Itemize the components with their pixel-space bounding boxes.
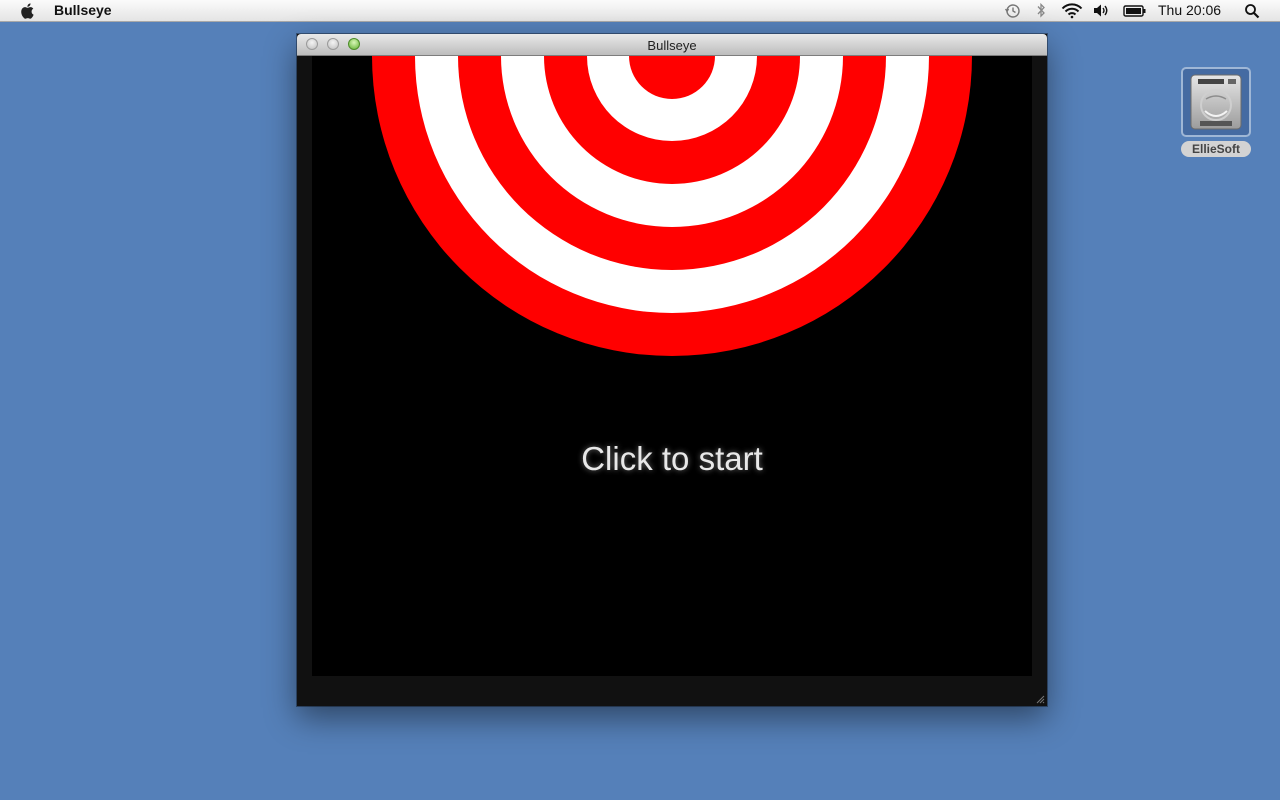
bullseye-target-icon bbox=[372, 56, 972, 356]
drive-label[interactable]: EllieSoft bbox=[1181, 141, 1251, 157]
spotlight-search-icon[interactable] bbox=[1244, 3, 1260, 19]
game-canvas[interactable]: Click to start bbox=[312, 56, 1032, 676]
desktop-drive-icon[interactable]: EllieSoft bbox=[1180, 67, 1252, 157]
resize-grip-icon[interactable] bbox=[1035, 694, 1045, 704]
battery-icon[interactable] bbox=[1123, 5, 1147, 17]
volume-icon[interactable] bbox=[1093, 3, 1109, 18]
menu-clock[interactable]: Thu 20:06 bbox=[1158, 2, 1221, 18]
menu-bar: Bullseye Thu 20:06 bbox=[0, 0, 1280, 22]
wifi-icon[interactable] bbox=[1061, 2, 1083, 19]
window-title: Bullseye bbox=[647, 38, 697, 53]
bluetooth-icon[interactable] bbox=[1036, 2, 1046, 19]
time-machine-icon[interactable] bbox=[1004, 3, 1021, 19]
click-to-start-prompt[interactable]: Click to start bbox=[312, 440, 1032, 478]
bullseye-window: Bullseye Click to start bbox=[297, 34, 1047, 706]
app-menu-name[interactable]: Bullseye bbox=[54, 2, 112, 18]
apple-logo-icon[interactable] bbox=[18, 1, 38, 21]
hard-drive-icon bbox=[1190, 74, 1242, 130]
window-titlebar[interactable]: Bullseye bbox=[297, 34, 1047, 56]
